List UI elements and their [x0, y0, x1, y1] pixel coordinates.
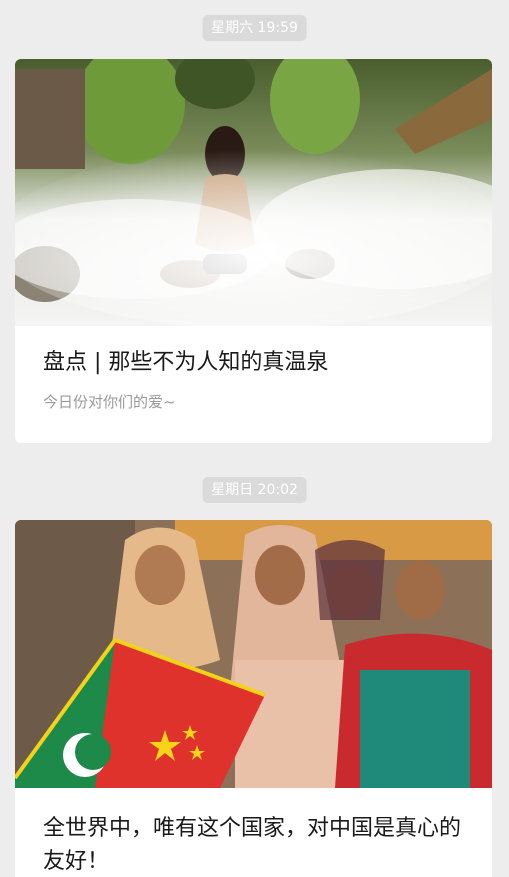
- article-title[interactable]: 盘点 | 那些不为人知的真温泉: [43, 346, 464, 379]
- article-summary: 今日份对你们的爱~: [43, 393, 176, 411]
- message-timestamp: 星期日 20:02: [202, 477, 307, 503]
- article-feed: 星期六 19:59 盘点 | 那些不为人知的真温泉 今日份对你们的爱~ 星期日 …: [0, 0, 509, 877]
- message-timestamp: 星期六 19:59: [202, 15, 307, 41]
- article-card[interactable]: 全世界中，唯有这个国家，对中国是真心的友好！: [15, 520, 492, 877]
- article-cover-image[interactable]: [15, 520, 492, 788]
- article-card[interactable]: 盘点 | 那些不为人知的真温泉 今日份对你们的爱~: [15, 59, 492, 443]
- article-cover-image[interactable]: [15, 59, 492, 326]
- article-title[interactable]: 全世界中，唯有这个国家，对中国是真心的友好！: [43, 812, 464, 877]
